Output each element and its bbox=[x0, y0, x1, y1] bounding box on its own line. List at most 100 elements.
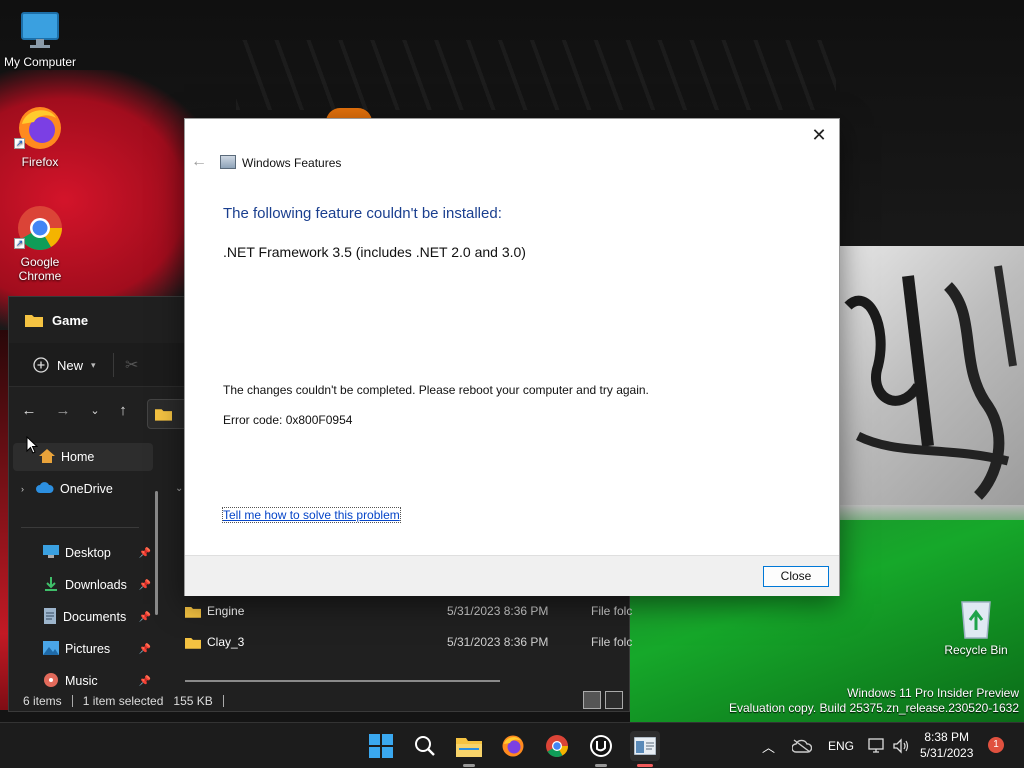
firefox-icon bbox=[502, 735, 524, 757]
file-type: File folc bbox=[591, 604, 633, 618]
tiles-view-icon[interactable] bbox=[605, 691, 623, 709]
windows-features-icon bbox=[634, 737, 656, 755]
music-icon bbox=[43, 672, 59, 691]
volume-tray-icon[interactable] bbox=[892, 723, 910, 768]
taskbar-clock[interactable]: 8:38 PM 5/31/2023 bbox=[920, 729, 973, 761]
pin-icon[interactable]: 📌 bbox=[139, 548, 151, 559]
cut-icon[interactable]: ✂ bbox=[125, 355, 138, 375]
taskbar-unreal-engine[interactable] bbox=[586, 731, 616, 767]
unreal-engine-icon bbox=[590, 735, 612, 757]
new-button-label: New bbox=[57, 357, 84, 373]
pin-icon[interactable]: 📌 bbox=[139, 580, 151, 591]
recycle-bin-icon bbox=[961, 601, 991, 639]
file-type: File folc bbox=[591, 635, 633, 649]
desktop-icon bbox=[43, 545, 59, 561]
back-arrow-icon[interactable]: ← bbox=[19, 401, 39, 421]
search-button[interactable] bbox=[410, 731, 440, 761]
folder-icon bbox=[25, 315, 43, 327]
network-tray-icon[interactable] bbox=[868, 723, 886, 768]
language-indicator[interactable]: ENG bbox=[828, 723, 854, 768]
windows-features-icon bbox=[220, 155, 236, 169]
watermark-line-1: Windows 11 Pro Insider Preview bbox=[847, 686, 1019, 700]
dialog-title: Windows Features bbox=[242, 156, 342, 170]
close-button[interactable]: Close bbox=[763, 566, 829, 587]
recent-locations-chevron-icon[interactable]: ⌄ bbox=[85, 401, 105, 421]
taskbar: ︿ ENG 8:38 PM 5/31/2023 1 bbox=[0, 722, 1024, 768]
desktop-icon-google-chrome[interactable]: ↗ Google Chrome bbox=[0, 204, 80, 283]
selection-count: 1 item selected bbox=[82, 694, 164, 708]
search-icon bbox=[415, 736, 435, 756]
sidebar-item-desktop[interactable]: Desktop 📌 bbox=[13, 539, 153, 567]
dialog-footer: Close bbox=[185, 555, 839, 596]
running-indicator bbox=[637, 764, 653, 767]
sidebar-item-onedrive[interactable]: › OneDrive bbox=[13, 475, 153, 503]
pin-icon[interactable]: 📌 bbox=[139, 676, 151, 687]
sidebar-item-documents[interactable]: Documents 📌 bbox=[13, 603, 153, 631]
clock-date: 5/31/2023 bbox=[920, 746, 974, 760]
help-link[interactable]: Tell me how to solve this problem bbox=[222, 507, 401, 523]
back-arrow-icon[interactable]: ← bbox=[191, 153, 209, 171]
running-indicator bbox=[463, 764, 475, 767]
file-name: Clay_3 bbox=[207, 635, 245, 649]
forward-arrow-icon[interactable]: → bbox=[53, 401, 73, 421]
status-divider bbox=[71, 695, 73, 707]
desktop-icon-firefox[interactable]: ↗ Firefox bbox=[0, 104, 80, 169]
chevron-up-icon: ︿ bbox=[762, 739, 776, 755]
horizontal-scrollbar[interactable] bbox=[185, 680, 500, 682]
sidebar-item-label: OneDrive bbox=[60, 482, 113, 496]
folder-icon bbox=[185, 606, 201, 618]
notification-badge[interactable]: 1 bbox=[988, 737, 1004, 753]
up-arrow-icon[interactable]: ↑ bbox=[113, 401, 133, 421]
windows-logo-icon bbox=[369, 734, 393, 758]
sidebar-item-label: Documents bbox=[63, 610, 127, 624]
taskbar-chrome[interactable] bbox=[542, 731, 572, 761]
desktop-icon-recycle-bin[interactable]: Recycle Bin bbox=[944, 596, 1008, 657]
chrome-icon bbox=[546, 735, 568, 757]
view-toggle bbox=[583, 691, 623, 709]
desktop-icon-label: My Computer bbox=[3, 55, 77, 69]
cloud-offline-icon bbox=[792, 739, 812, 753]
error-heading: The following feature couldn't be instal… bbox=[223, 205, 502, 222]
start-button[interactable] bbox=[366, 731, 396, 761]
windows-watermark: Windows 11 Pro Insider Preview Evaluatio… bbox=[729, 686, 1019, 716]
selection-size: 155 KB bbox=[173, 694, 213, 708]
file-row[interactable]: Clay_3 5/31/2023 8:36 PM File folc bbox=[185, 630, 635, 654]
toolbar-divider bbox=[113, 353, 114, 377]
mouse-cursor-icon bbox=[26, 436, 38, 454]
file-date: 5/31/2023 8:36 PM bbox=[447, 604, 549, 618]
network-icon bbox=[868, 738, 884, 753]
file-row[interactable]: Engine 5/31/2023 8:36 PM File folc bbox=[185, 599, 635, 623]
chevron-right-icon[interactable]: › bbox=[21, 484, 24, 494]
new-button[interactable]: New ▾ bbox=[27, 351, 102, 379]
explorer-title: Game bbox=[52, 313, 89, 328]
download-icon bbox=[43, 576, 59, 595]
error-message: The changes couldn't be completed. Pleas… bbox=[223, 383, 649, 397]
sidebar-item-music[interactable]: Music 📌 bbox=[13, 667, 153, 695]
pin-icon[interactable]: 📌 bbox=[139, 612, 151, 623]
onedrive-tray-icon[interactable] bbox=[792, 723, 812, 768]
language-label: ENG bbox=[828, 739, 855, 753]
details-view-icon[interactable] bbox=[583, 691, 601, 709]
taskbar-windows-features[interactable] bbox=[630, 731, 660, 767]
close-icon[interactable]: ✕ bbox=[805, 123, 833, 149]
clock-time: 8:38 PM bbox=[924, 730, 970, 744]
chevron-down-icon: ▾ bbox=[91, 359, 96, 370]
desktop-icon-my-computer[interactable]: My Computer bbox=[0, 8, 80, 69]
taskbar-file-explorer[interactable] bbox=[454, 731, 484, 767]
sidebar-item-label: Music bbox=[65, 674, 98, 688]
explorer-sidebar: Home › OneDrive Desktop 📌 Downloads 📌 Do… bbox=[9, 443, 159, 693]
taskbar-firefox[interactable] bbox=[498, 731, 528, 761]
pin-icon[interactable]: 📌 bbox=[139, 644, 151, 655]
picture-icon bbox=[43, 640, 59, 658]
sidebar-scrollbar[interactable] bbox=[155, 491, 158, 615]
sidebar-item-downloads[interactable]: Downloads 📌 bbox=[13, 571, 153, 599]
show-hidden-icons[interactable]: ︿ bbox=[762, 723, 775, 768]
file-name: Engine bbox=[207, 604, 245, 618]
folder-icon bbox=[185, 637, 201, 649]
status-divider bbox=[222, 695, 224, 707]
sidebar-item-label: Home bbox=[61, 450, 95, 464]
sidebar-divider bbox=[21, 527, 139, 528]
monitor-icon bbox=[21, 12, 59, 48]
sidebar-item-pictures[interactable]: Pictures 📌 bbox=[13, 635, 153, 663]
collapse-chevron-icon[interactable]: ⌄ bbox=[175, 483, 183, 494]
